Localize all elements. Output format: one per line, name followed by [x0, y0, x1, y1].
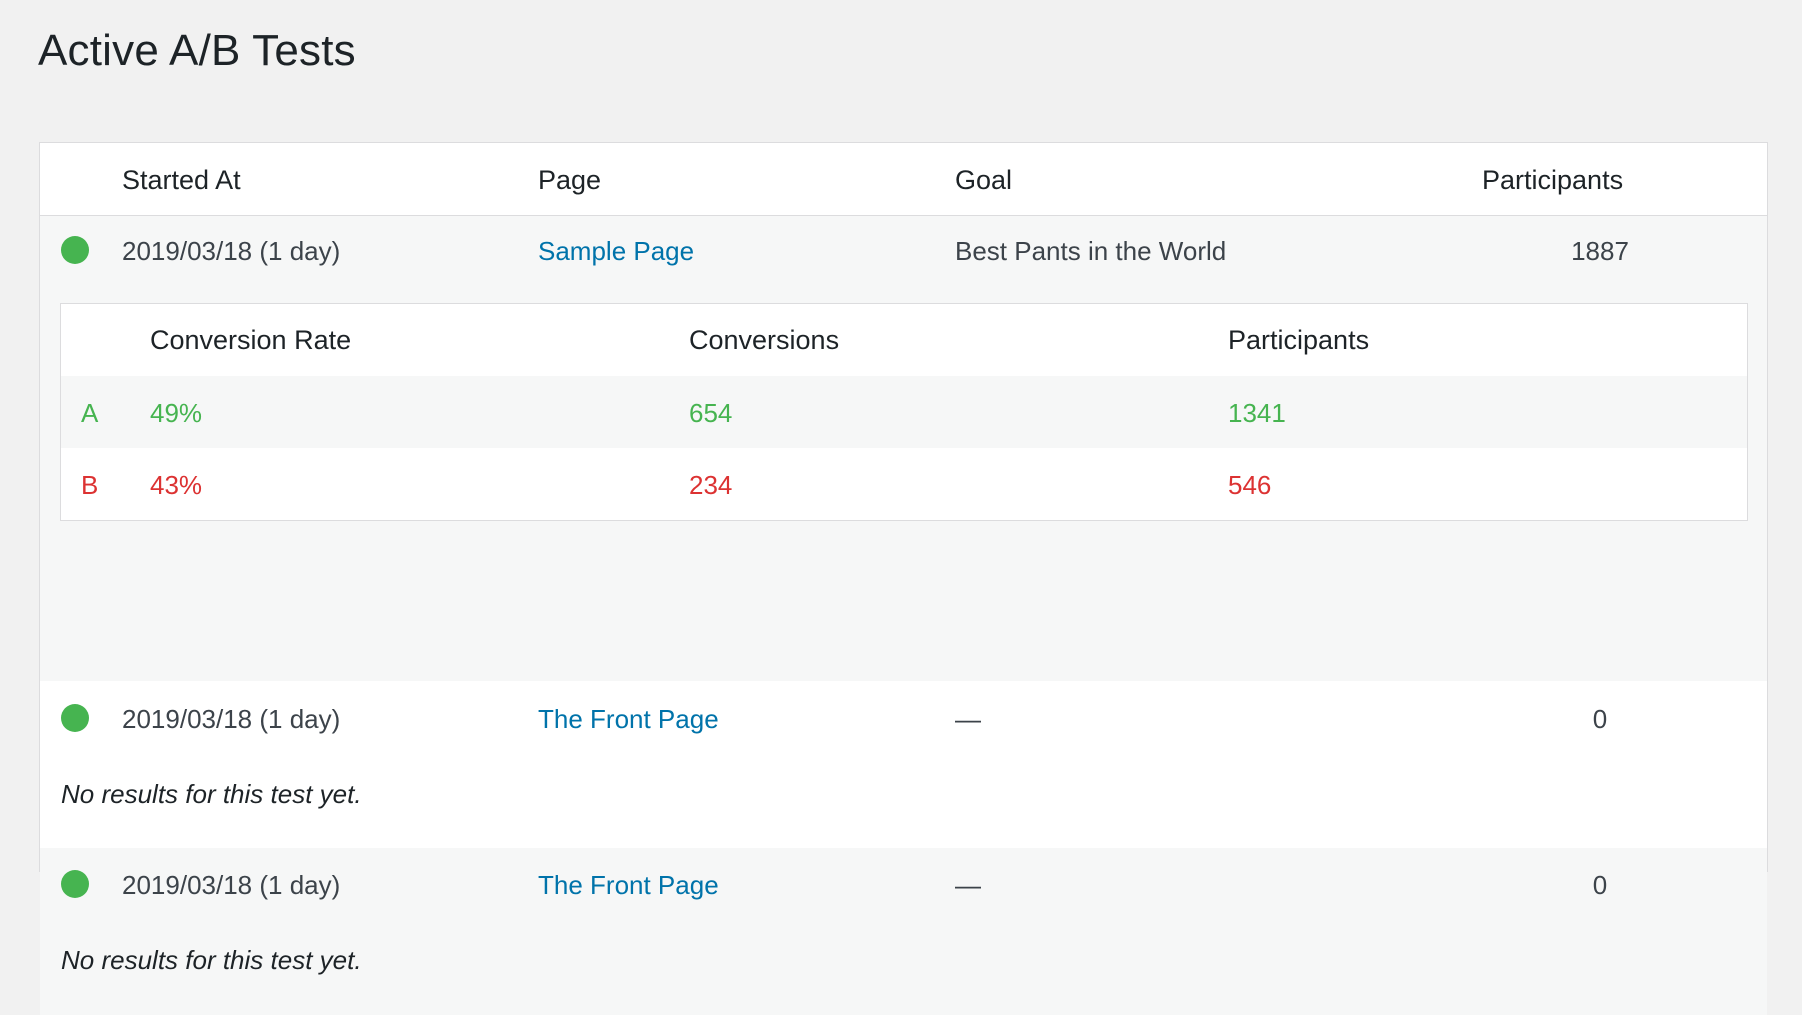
test-started-at: 2019/03/18 (1 day)	[122, 236, 341, 266]
active-status-dot-icon	[61, 236, 89, 264]
no-results-message: No results for this test yet.	[61, 945, 362, 975]
column-header-goal[interactable]: Goal	[955, 165, 1012, 196]
test-participants: 1887	[1571, 236, 1629, 266]
variant-participants: 1341	[1228, 398, 1286, 428]
table-header: Started At Page Goal Participants	[40, 143, 1767, 216]
variant-conversion-rate: 43%	[150, 470, 203, 500]
column-header-participants[interactable]: Participants	[1482, 165, 1623, 196]
test-goal: —	[955, 870, 981, 900]
active-status-dot-icon	[61, 704, 89, 732]
test-page-link[interactable]: The Front Page	[538, 870, 719, 901]
variant-conversion-rate: 49%	[150, 398, 203, 428]
variant-row-a: A 49% 654 1341	[61, 376, 1747, 448]
column-header-variant-participants: Participants	[1228, 325, 1370, 355]
variant-participants: 546	[1228, 470, 1272, 500]
test-page-link[interactable]: The Front Page	[538, 704, 719, 735]
test-participants: 0	[1592, 870, 1608, 900]
test-page-link[interactable]: Sample Page	[538, 236, 694, 267]
test-participants: 0	[1592, 704, 1608, 734]
test-started-at: 2019/03/18 (1 day)	[122, 704, 341, 734]
column-header-conversions: Conversions	[689, 325, 840, 355]
active-status-dot-icon	[61, 870, 89, 898]
variant-label: B	[81, 470, 99, 500]
test-goal: —	[955, 704, 981, 734]
test-started-at: 2019/03/18 (1 day)	[122, 870, 341, 900]
column-header-conversion-rate: Conversion Rate	[150, 325, 352, 355]
column-header-started-at[interactable]: Started At	[122, 165, 241, 196]
test-goal: Best Pants in the World	[955, 236, 1227, 266]
variant-results-header: Conversion Rate Conversions Participants	[61, 304, 1747, 377]
variant-results-table: Conversion Rate Conversions Participants…	[60, 303, 1748, 521]
variant-row-b: B 43% 234 546	[61, 448, 1747, 520]
variant-conversions: 234	[689, 470, 733, 500]
variant-label: A	[81, 398, 99, 428]
no-results-message: No results for this test yet.	[61, 779, 362, 809]
variant-conversions: 654	[689, 398, 733, 428]
page-title: Active A/B Tests	[38, 26, 356, 75]
test-row: 2019/03/18 (1 day) The Front Page — 0 No…	[40, 848, 1767, 1015]
column-header-page[interactable]: Page	[538, 165, 601, 196]
test-row: 2019/03/18 (1 day) The Front Page — 0 No…	[40, 681, 1767, 848]
ab-tests-table: Started At Page Goal Participants 2019/0…	[39, 142, 1768, 1015]
test-row: 2019/03/18 (1 day) Sample Page Best Pant…	[40, 216, 1767, 681]
